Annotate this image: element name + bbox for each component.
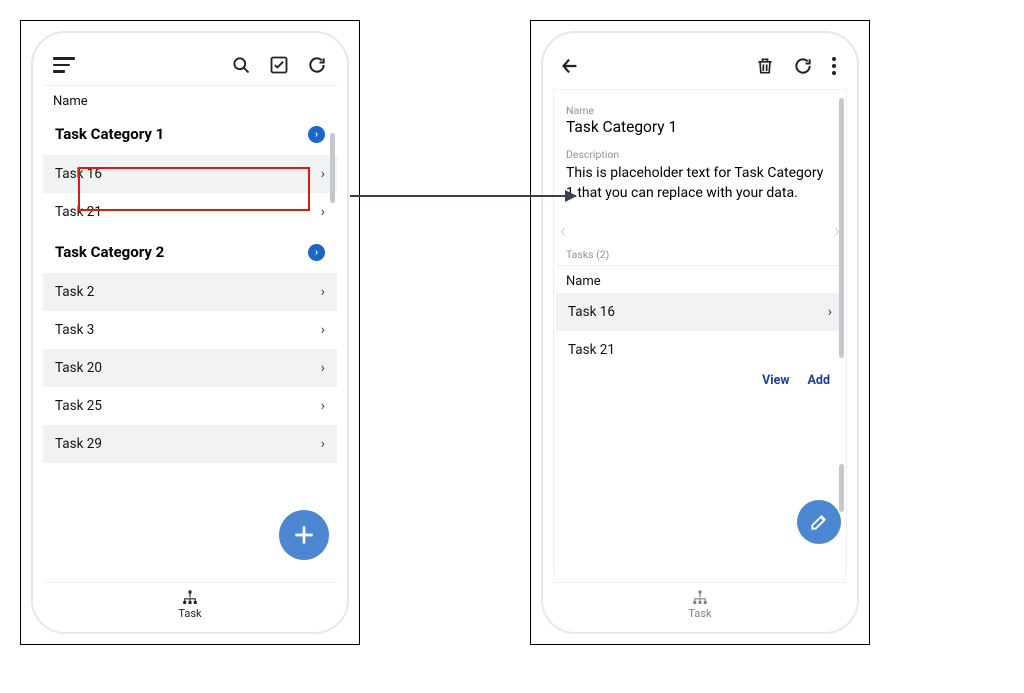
task-row[interactable]: Task 21 (556, 331, 844, 369)
description-value: This is placeholder text for Task Catego… (556, 161, 844, 212)
bottom-tab-label: Task (688, 607, 711, 620)
phone-frame-left: Name Task Category 1 › Task 16 › Task 21… (20, 20, 360, 645)
hierarchy-icon (690, 589, 710, 607)
task-label: Task 16 (568, 304, 615, 320)
chevron-right-icon: › (321, 204, 325, 220)
refresh-icon[interactable] (793, 56, 813, 76)
filter-icon[interactable] (53, 57, 75, 73)
chevron-right-icon: › (321, 284, 325, 300)
chevron-right-icon: › (321, 398, 325, 414)
category-row[interactable]: Task Category 2 › (43, 231, 337, 273)
task-row[interactable]: Task 29 › (43, 425, 337, 463)
bottom-tab-label: Task (178, 607, 201, 620)
task-label: Task 21 (568, 342, 615, 358)
task-label: Task 25 (55, 398, 102, 414)
chevron-right-icon: › (321, 322, 325, 338)
hierarchy-icon (180, 589, 200, 607)
task-label: Task 3 (55, 322, 94, 338)
task-label: Task 21 (55, 204, 102, 220)
edit-fab[interactable] (797, 500, 841, 544)
task-row[interactable]: Task 3 › (43, 311, 337, 349)
list-topbar (43, 51, 337, 86)
chevron-right-icon: › (321, 166, 325, 182)
add-link[interactable]: Add (808, 373, 830, 388)
category-label: Task Category 1 (55, 125, 164, 143)
chevron-left-icon[interactable]: ‹ (560, 218, 566, 242)
task-label: Task 20 (55, 360, 102, 376)
task-row[interactable]: Task 21 › (43, 193, 337, 231)
phone-body-right: Name Task Category 1 Description This is… (541, 31, 859, 634)
task-row[interactable]: Task 16 › (556, 293, 844, 331)
task-row[interactable]: Task 25 › (43, 387, 337, 425)
task-row[interactable]: Task 16 › (43, 155, 337, 193)
search-icon[interactable] (231, 55, 251, 75)
task-row[interactable]: Task 2 › (43, 273, 337, 311)
scrollbar[interactable] (839, 464, 844, 512)
scrollbar[interactable] (839, 98, 844, 358)
description-label: Description (556, 142, 844, 161)
chevron-right-circle-icon[interactable]: › (308, 126, 325, 143)
task-row[interactable]: Task 20 › (43, 349, 337, 387)
add-fab[interactable] (279, 510, 329, 560)
bottom-nav[interactable]: Task (553, 582, 847, 622)
category-label: Task Category 2 (55, 243, 164, 261)
column-header-name: Name (43, 86, 337, 113)
view-link[interactable]: View (762, 373, 789, 388)
task-label: Task 16 (55, 166, 102, 182)
trash-icon[interactable] (755, 56, 775, 76)
task-label: Task 29 (55, 436, 102, 452)
chevron-right-circle-icon[interactable]: › (308, 244, 325, 261)
related-tabs: ‹ › (556, 212, 844, 248)
name-value: Task Category 1 (556, 117, 844, 142)
scrollbar[interactable] (330, 133, 335, 203)
category-row[interactable]: Task Category 1 › (43, 113, 337, 155)
name-label: Name (556, 98, 844, 117)
detail-topbar (553, 51, 847, 90)
checkbox-icon[interactable] (269, 55, 289, 75)
tasks-tab-label[interactable]: Tasks (2) (556, 248, 844, 261)
refresh-icon[interactable] (307, 55, 327, 75)
chevron-right-icon: › (828, 304, 832, 320)
more-icon[interactable] (831, 56, 837, 76)
phone-frame-right: Name Task Category 1 Description This is… (530, 20, 870, 645)
phone-body-left: Name Task Category 1 › Task 16 › Task 21… (31, 31, 349, 634)
back-icon[interactable] (559, 55, 581, 77)
connector-arrow (350, 195, 576, 197)
chevron-right-icon: › (321, 360, 325, 376)
bottom-nav[interactable]: Task (43, 582, 337, 622)
task-label: Task 2 (55, 284, 94, 300)
chevron-right-icon: › (321, 436, 325, 452)
column-header-name: Name (556, 265, 844, 293)
